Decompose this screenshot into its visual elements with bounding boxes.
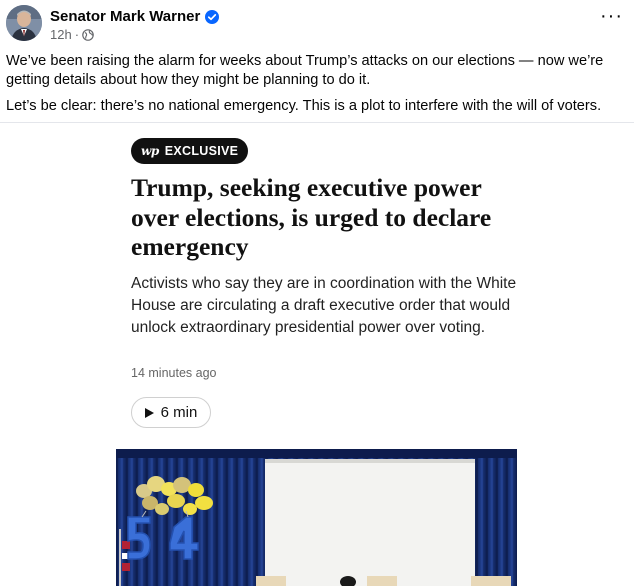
post-text: We’ve been raising the alarm for weeks a… bbox=[6, 52, 630, 123]
article-subhead: Activists who say they are in coordinati… bbox=[131, 275, 517, 336]
author-row: Senator Mark Warner bbox=[50, 8, 220, 25]
article-preview[interactable]: wp EXCLUSIVE Trump, seeking executive po… bbox=[0, 123, 634, 586]
verified-badge-icon bbox=[205, 9, 220, 24]
play-icon bbox=[144, 407, 154, 418]
article-timestamp: 14 minutes ago bbox=[131, 366, 217, 380]
article-headline[interactable]: Trump, seeking executive power over elec… bbox=[131, 173, 521, 262]
exclusive-badge: wp EXCLUSIVE bbox=[131, 138, 249, 164]
author-name[interactable]: Senator Mark Warner bbox=[50, 8, 200, 25]
listen-button[interactable]: 6 min bbox=[131, 397, 211, 428]
badge-label: EXCLUSIVE bbox=[164, 144, 239, 158]
post-meta: 12h · bbox=[50, 27, 94, 42]
post-time[interactable]: 12h bbox=[50, 27, 72, 42]
post-paragraph: We’ve been raising the alarm for weeks a… bbox=[6, 53, 604, 88]
post-paragraph: Let’s be clear: there’s no national emer… bbox=[6, 98, 602, 114]
globe-icon[interactable] bbox=[82, 28, 94, 41]
article-photo[interactable] bbox=[116, 449, 517, 586]
audio-duration: 6 min bbox=[160, 404, 198, 421]
wp-logo-icon: wp bbox=[141, 144, 159, 158]
avatar[interactable] bbox=[6, 5, 42, 41]
more-options-icon[interactable]: ··· bbox=[600, 6, 622, 30]
post-header: Senator Mark Warner 12h · ··· bbox=[0, 0, 634, 50]
meta-separator: · bbox=[74, 27, 80, 42]
